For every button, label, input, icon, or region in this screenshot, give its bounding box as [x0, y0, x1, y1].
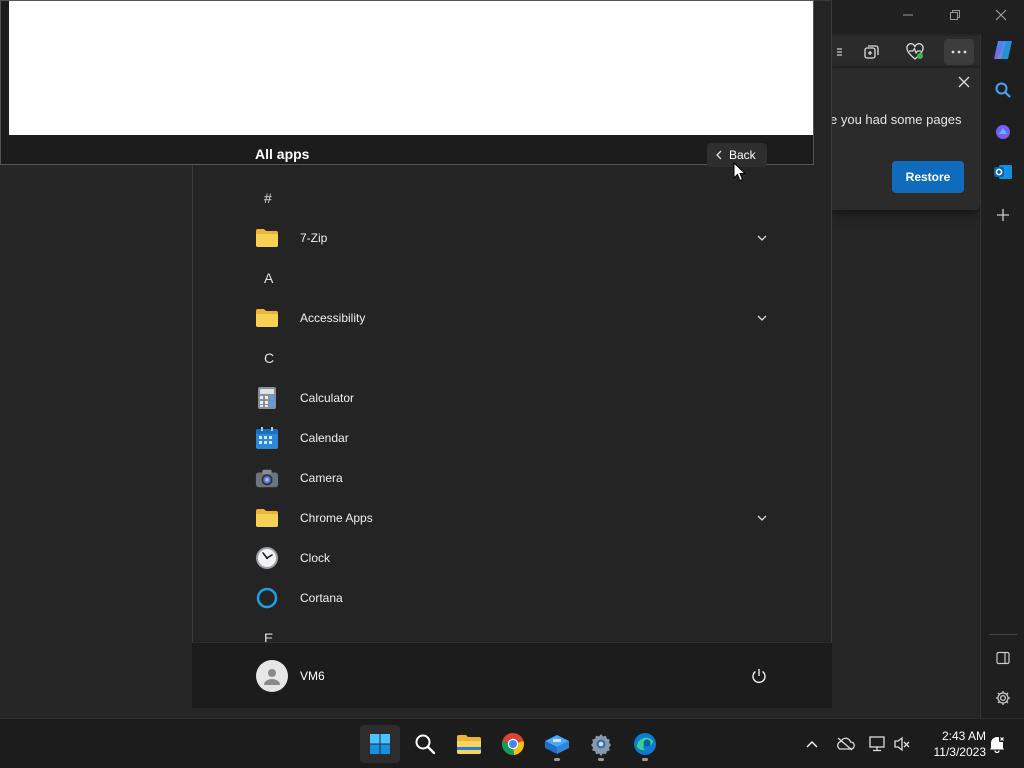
windows-sandbox-icon[interactable]	[537, 725, 577, 763]
sidebar-divider	[989, 634, 1017, 635]
close-icon[interactable]	[954, 72, 974, 92]
section-header-a[interactable]: A	[192, 258, 832, 298]
more-options-icon[interactable]	[944, 39, 974, 65]
search-icon[interactable]	[405, 725, 445, 763]
file-explorer-icon[interactable]	[449, 725, 489, 763]
app-item-7zip[interactable]: 7-Zip	[192, 218, 832, 258]
browser-toolbar	[830, 36, 980, 66]
onedrive-icon[interactable]	[834, 733, 856, 755]
section-letter: E	[264, 630, 274, 642]
section-letter: A	[264, 270, 274, 286]
app-label: Calculator	[300, 391, 355, 405]
settings-icon[interactable]	[989, 684, 1017, 712]
outlook-icon[interactable]	[989, 158, 1017, 186]
edge-icon[interactable]	[625, 725, 665, 763]
browser-essentials-icon[interactable]	[900, 39, 930, 65]
chevron-up-icon[interactable]	[801, 733, 823, 755]
app-item-camera[interactable]: Camera	[192, 458, 832, 498]
app-label: Calendar	[300, 431, 349, 445]
network-icon[interactable]	[866, 733, 888, 755]
camera-icon	[255, 466, 279, 490]
app-label: Accessibility	[300, 311, 366, 325]
section-letter: C	[264, 350, 275, 366]
section-header-e[interactable]: E	[192, 618, 832, 642]
clock-date: 11/3/2023	[933, 745, 987, 759]
app-item-cortana[interactable]: Cortana	[192, 578, 832, 618]
all-apps-title: All apps	[255, 146, 310, 162]
mouse-cursor-icon	[733, 162, 747, 182]
app-item-calendar[interactable]: Calendar	[192, 418, 832, 458]
app-label: Chrome Apps	[300, 511, 373, 525]
clock-time: 2:43 AM	[941, 729, 986, 743]
collections-icon[interactable]	[856, 39, 886, 65]
back-button-label: Back	[729, 148, 756, 162]
clock-icon	[255, 546, 279, 570]
restore-window-button[interactable]	[940, 6, 970, 28]
all-apps-list: # 7-Zip A Accessibility C Calculator Cal…	[192, 178, 832, 642]
folder-icon	[255, 306, 279, 330]
start-menu-footer: VM6	[192, 642, 832, 708]
blank-window-content	[9, 1, 813, 135]
copilot-icon[interactable]	[989, 36, 1017, 64]
chevron-down-icon[interactable]	[755, 311, 769, 325]
chevron-down-icon[interactable]	[755, 231, 769, 245]
calendar-icon	[255, 426, 279, 450]
app-label: Cortana	[300, 591, 343, 605]
chevron-left-icon	[716, 150, 722, 160]
section-letter: #	[264, 190, 272, 206]
power-icon[interactable]	[748, 665, 770, 687]
volume-muted-icon[interactable]	[891, 733, 913, 755]
running-indicator	[554, 758, 560, 761]
search-icon[interactable]	[989, 76, 1017, 104]
user-name[interactable]: VM6	[300, 669, 325, 683]
system-clock[interactable]: 2:43 AM 11/3/2023	[920, 728, 987, 760]
app-item-calculator[interactable]: Calculator	[192, 378, 832, 418]
taskbar: 2:43 AM 11/3/2023	[0, 718, 1024, 768]
section-header-hash[interactable]: #	[192, 178, 832, 218]
running-indicator	[642, 758, 648, 761]
chevron-down-icon[interactable]	[755, 511, 769, 525]
cortana-icon	[255, 586, 279, 610]
app-item-clock[interactable]: Clock	[192, 538, 832, 578]
avatar[interactable]	[256, 660, 288, 692]
calculator-icon	[255, 386, 279, 410]
copilot-designer-icon[interactable]	[989, 118, 1017, 146]
hide-sidebar-icon[interactable]	[989, 644, 1017, 672]
settings-icon[interactable]	[581, 725, 621, 763]
app-item-accessibility[interactable]: Accessibility	[192, 298, 832, 338]
close-window-button[interactable]	[986, 6, 1016, 28]
restore-button[interactable]: Restore	[892, 161, 964, 193]
start-icon[interactable]	[360, 725, 400, 763]
app-label: 7-Zip	[300, 231, 328, 245]
blank-window	[0, 0, 814, 165]
app-label: Clock	[300, 551, 331, 565]
restore-pages-popup: e you had some pages Restore	[832, 68, 980, 210]
edge-sidebar	[980, 34, 1024, 718]
restore-message: e you had some pages	[832, 112, 962, 127]
notification-icon[interactable]	[986, 733, 1008, 755]
folder-icon	[255, 226, 279, 250]
app-label: Camera	[300, 471, 343, 485]
folder-icon	[255, 506, 279, 530]
running-indicator	[598, 758, 604, 761]
chrome-icon[interactable]	[493, 725, 533, 763]
app-item-chrome-apps[interactable]: Chrome Apps	[192, 498, 832, 538]
minimize-button[interactable]	[893, 6, 923, 28]
add-icon[interactable]	[989, 201, 1017, 229]
section-header-c[interactable]: C	[192, 338, 832, 378]
